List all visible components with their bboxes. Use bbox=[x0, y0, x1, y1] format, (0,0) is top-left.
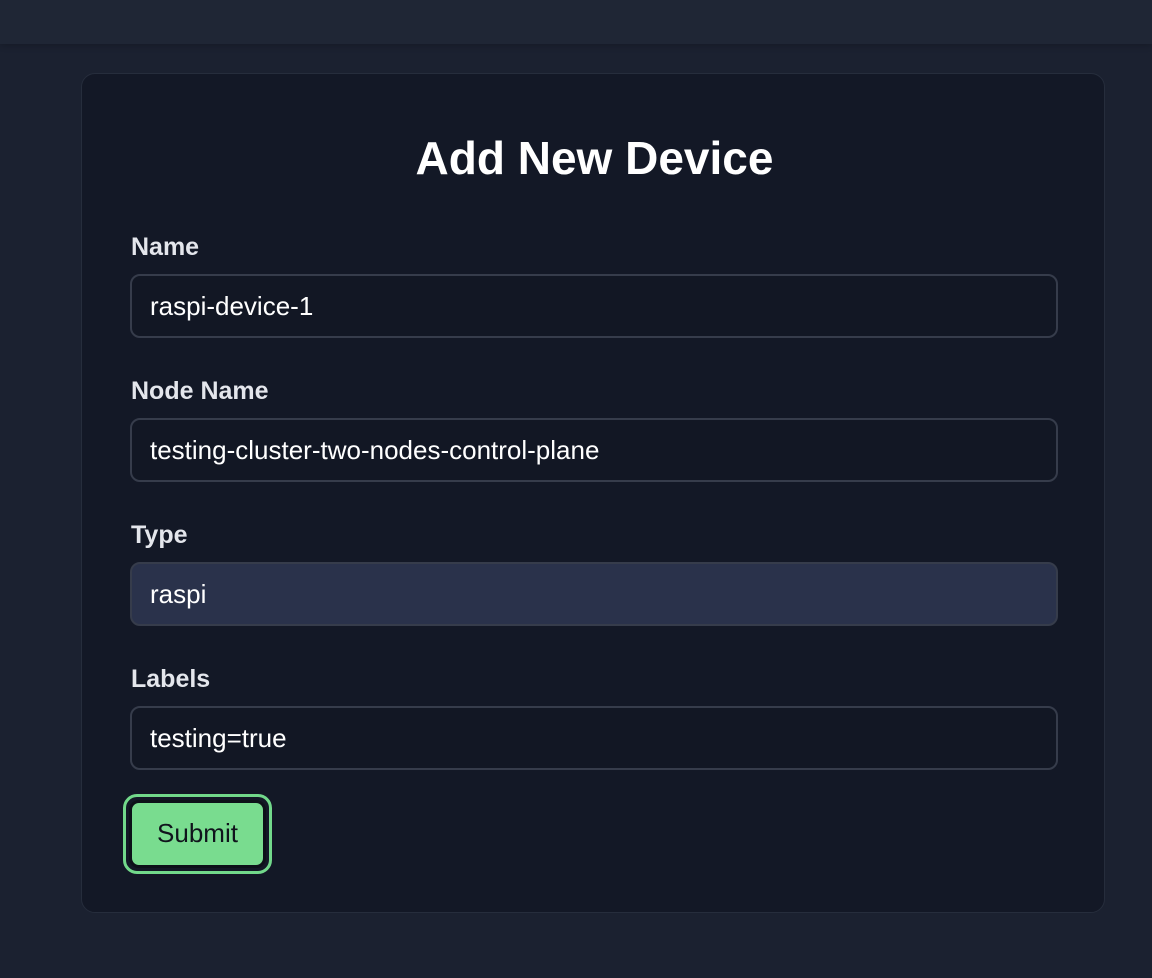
submit-focus-ring: Submit bbox=[123, 794, 272, 874]
page-title: Add New Device bbox=[415, 132, 774, 184]
labels-input[interactable] bbox=[130, 706, 1058, 770]
submit-button[interactable]: Submit bbox=[129, 800, 266, 868]
add-device-card bbox=[81, 73, 1105, 913]
node-name-label: Node Name bbox=[131, 377, 269, 405]
labels-label: Labels bbox=[131, 665, 211, 693]
name-label: Name bbox=[131, 233, 200, 261]
top-bar bbox=[0, 0, 1152, 44]
type-label: Type bbox=[131, 521, 188, 549]
node-name-input[interactable] bbox=[130, 418, 1058, 482]
name-input[interactable] bbox=[130, 274, 1058, 338]
type-input[interactable] bbox=[130, 562, 1058, 626]
